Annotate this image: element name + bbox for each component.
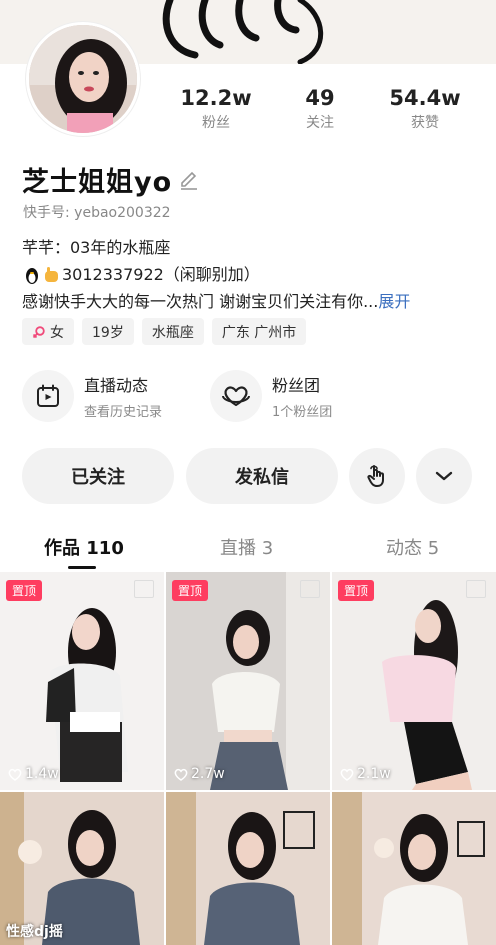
female-icon [32, 325, 45, 338]
feature-live-history[interactable]: 直播动态 查看历史记录 [22, 370, 162, 422]
bio-line-3: 感谢快手大大的每一次热门 谢谢宝贝们关注有你...展开 [22, 288, 410, 315]
heart-icon [8, 768, 22, 781]
edit-icon[interactable] [178, 169, 200, 191]
more-options-button[interactable] [416, 448, 472, 504]
post-likes-count: 2.1w [357, 766, 391, 782]
followed-button[interactable]: 已关注 [22, 448, 174, 504]
post-likes-count: 2.7w [191, 766, 225, 782]
feature-fan-subtitle: 1个粉丝团 [272, 405, 333, 420]
post-likes: 2.7w [174, 766, 225, 782]
post-caption: 性感dj摇 [6, 924, 63, 940]
stat-following[interactable]: 49 关注 [275, 86, 365, 132]
stat-following-value: 49 [305, 86, 335, 110]
feature-live-title: 直播动态 [84, 376, 149, 395]
post-likes: 2.1w [340, 766, 391, 782]
post-tile[interactable] [332, 792, 496, 945]
bio-contact: 3012337922（闲聊别加） [62, 265, 260, 284]
pinned-badge: 置顶 [338, 580, 375, 601]
tag-zodiac: 水瓶座 [141, 318, 204, 345]
hand-tap-icon [367, 465, 384, 487]
tag-gender: 女 [22, 318, 74, 345]
posts-grid: 置顶 1.4w 置顶 2.7w 置顶 2.1w 性感dj摇 [0, 572, 496, 945]
pinned-badge: 置顶 [172, 580, 209, 601]
stat-fans-value: 12.2w [180, 86, 252, 110]
post-tile[interactable]: 置顶 2.7w [166, 572, 330, 790]
bio-line-2: 3012337922（闲聊别加） [22, 261, 410, 288]
feature-fan-title: 粉丝团 [272, 376, 321, 395]
profile-name: 芝士姐姐yo [22, 167, 173, 198]
post-thumbnail [332, 572, 496, 790]
feature-live-subtitle: 查看历史记录 [84, 405, 163, 420]
avatar[interactable] [26, 22, 140, 136]
tab-works[interactable]: 作品 110 [44, 534, 124, 560]
tag-list: 女 19岁 水瓶座 广东 广州市 [22, 318, 307, 345]
image-type-icon [134, 580, 154, 598]
post-thumbnail [0, 572, 164, 790]
tab-moments[interactable]: 动态 5 [386, 534, 439, 560]
post-thumbnail [332, 792, 496, 945]
post-thumbnail [166, 792, 330, 945]
tab-active-indicator [68, 566, 96, 569]
calendar-play-icon [37, 384, 59, 407]
feature-fan-club[interactable]: 粉丝团 1个粉丝团 [210, 370, 332, 422]
heart-icon [174, 768, 188, 781]
hand-emoji-icon [45, 266, 58, 282]
stat-likes[interactable]: 54.4w 获赞 [380, 86, 470, 132]
image-type-icon [300, 580, 320, 598]
heart-icon [340, 768, 354, 781]
content-tabs: 作品 110 直播 3 动态 5 [0, 528, 496, 572]
image-type-icon [466, 580, 486, 598]
feature-fan-icon-wrap [210, 370, 262, 422]
gesture-button[interactable] [349, 448, 405, 504]
post-likes: 1.4w [8, 766, 59, 782]
post-likes-count: 1.4w [25, 766, 59, 782]
post-thumbnail [166, 572, 330, 790]
stat-likes-label: 获赞 [411, 115, 439, 131]
name-row: 芝士姐姐yo [22, 160, 200, 199]
stat-following-label: 关注 [306, 115, 334, 131]
heart-ring-icon [222, 386, 250, 407]
tag-location: 广东 广州市 [211, 318, 307, 345]
message-button[interactable]: 发私信 [186, 448, 338, 504]
profile-uid: 快手号: yebao200322 [23, 205, 171, 221]
stat-likes-value: 54.4w [389, 86, 461, 110]
bio-line-1: 芊芊：03年的水瓶座 [22, 238, 171, 257]
chevron-down-icon [435, 471, 453, 481]
tag-gender-label: 女 [50, 324, 64, 341]
expand-link[interactable]: 展开 [378, 292, 410, 311]
tag-age: 19岁 [82, 318, 134, 345]
post-tile[interactable]: 置顶 2.1w [332, 572, 496, 790]
bio-line-3-text: 感谢快手大大的每一次热门 谢谢宝贝们关注有你... [22, 292, 379, 311]
bio: 芊芊：03年的水瓶座 3012337922（闲聊别加） 感谢快手大大的每一次热门… [22, 234, 410, 315]
feature-live-icon-wrap [22, 370, 74, 422]
post-tile[interactable]: 置顶 1.4w [0, 572, 164, 790]
stat-fans[interactable]: 12.2w 粉丝 [171, 86, 261, 132]
penguin-icon [26, 267, 38, 284]
tab-live[interactable]: 直播 3 [220, 534, 273, 560]
pinned-badge: 置顶 [6, 580, 43, 601]
stat-fans-label: 粉丝 [202, 115, 230, 131]
post-tile[interactable] [166, 792, 330, 945]
post-tile[interactable]: 性感dj摇 [0, 792, 164, 945]
